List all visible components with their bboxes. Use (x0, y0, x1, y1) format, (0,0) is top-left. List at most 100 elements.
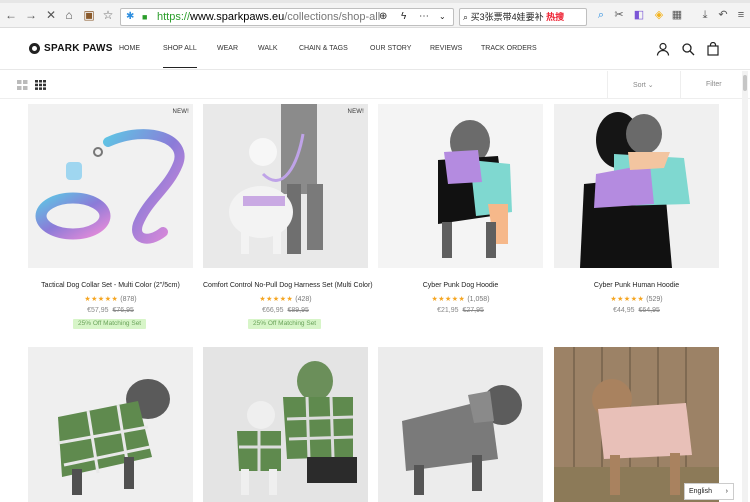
product-rating: ★★★★★ (428) (203, 295, 368, 303)
sale-price: €66,95 (262, 307, 284, 314)
star-rating-icon: ★★★★★ (84, 296, 119, 303)
briefcase-icon[interactable]: ▣ (82, 8, 96, 22)
chevron-right-icon: › (725, 488, 728, 495)
original-price: €76,95 (112, 307, 134, 314)
pink-dog-hoodie-image (554, 347, 719, 502)
divider (680, 71, 681, 99)
collar-leash-image (35, 129, 185, 244)
product-price: €57,95 €76,95 (28, 307, 193, 314)
review-count: (1,058) (467, 296, 490, 303)
back-icon[interactable]: ← (4, 8, 18, 22)
chevron-down-icon[interactable]: ⌄ (439, 9, 446, 25)
paw-icon (29, 43, 40, 54)
site-header: SPARK PAWS HOME SHOP ALL WEAR WALK CHAIN… (0, 29, 750, 70)
sort-dropdown[interactable]: Sort ⌄ (633, 81, 654, 89)
star-icon[interactable]: ☆ (101, 8, 115, 22)
original-price: €64,95 (638, 307, 660, 314)
product-image[interactable] (554, 347, 719, 502)
product-rating: ★★★★★ (878) (28, 295, 193, 303)
star-rating-icon: ★★★★★ (610, 296, 645, 303)
filter-button[interactable]: Filter (706, 81, 722, 88)
page-scrollbar[interactable] (742, 71, 748, 502)
search-input[interactable]: ⌕ 买3张票带4娃要补 热搜 (459, 8, 587, 26)
sale-price: €57,95 (87, 307, 109, 314)
forward-icon[interactable]: → (24, 8, 38, 22)
scissors-icon[interactable]: ✂ (612, 8, 626, 22)
extension-icon[interactable]: ◧ (632, 8, 646, 22)
star-rating-icon: ★★★★★ (431, 296, 466, 303)
product-image[interactable] (554, 104, 719, 268)
product-image[interactable] (28, 347, 193, 502)
search-icon[interactable] (681, 42, 695, 56)
lock-icon: ■ (142, 12, 148, 22)
search-engine-icon[interactable]: ⌕ (594, 8, 608, 22)
star-rating-icon: ★★★★★ (259, 296, 294, 303)
human-hoodie-image (580, 112, 690, 268)
original-price: €27,95 (462, 307, 484, 314)
product-title[interactable]: Tactical Dog Collar Set - Multi Color (2… (28, 282, 193, 289)
matching-plaid-image (237, 361, 357, 495)
cart-icon[interactable] (706, 42, 720, 56)
menu-icon[interactable]: ≡ (734, 8, 748, 22)
dog-harness-image (229, 104, 323, 254)
account-icon[interactable] (656, 42, 670, 56)
collection-toolbar: Sort ⌄ Filter (0, 71, 750, 99)
shield-icon: ✱ (126, 11, 135, 22)
zoom-icon[interactable]: ⊕ (379, 9, 387, 25)
product-title[interactable]: Comfort Control No-Pull Dog Harness Set … (203, 282, 373, 289)
tab-strip (0, 0, 750, 3)
review-count: (529) (646, 296, 663, 303)
nav-chain-tags[interactable]: CHAIN & TAGS (299, 45, 348, 52)
product-image[interactable]: NEW! (28, 104, 193, 268)
divider (607, 71, 608, 99)
search-text: 买3张票带4娃要补 (470, 12, 544, 22)
product-title[interactable]: Cyber Punk Dog Hoodie (378, 282, 543, 289)
nav-reviews[interactable]: REVIEWS (430, 45, 462, 52)
close-icon[interactable]: ✕ (44, 8, 58, 22)
product-image[interactable] (203, 347, 368, 502)
sale-price: €21,95 (437, 307, 459, 314)
product-image[interactable] (378, 104, 543, 268)
four-column-view-icon[interactable] (35, 80, 46, 90)
undo-icon[interactable]: ↶ (716, 8, 730, 22)
product-image[interactable]: NEW! (203, 104, 368, 268)
two-column-view-icon[interactable] (17, 80, 28, 90)
sale-price: €44,95 (613, 307, 635, 314)
url-text: https://www.sparkpaws.eu/collections/sho… (157, 11, 381, 23)
browser-toolbar: ← → ✕ ⌂ ▣ ☆ ✱ ■ https://www.sparkpaws.eu… (0, 0, 750, 28)
search-icon: ⌕ (463, 12, 469, 22)
nav-shop-all[interactable]: SHOP ALL (163, 45, 197, 68)
nav-our-story[interactable]: OUR STORY (370, 45, 411, 52)
download-icon[interactable]: ⤓ (698, 8, 712, 22)
product-rating: ★★★★★ (1,058) (378, 295, 543, 303)
address-bar[interactable]: ✱ ■ https://www.sparkpaws.eu/collections… (120, 8, 454, 26)
hot-search-label: 热搜 (546, 12, 565, 22)
home-icon[interactable]: ⌂ (62, 8, 76, 22)
product-price: €66,95 €89,95 (203, 307, 368, 314)
nav-track-orders[interactable]: TRACK ORDERS (481, 45, 537, 52)
product-rating: ★★★★★ (529) (554, 295, 719, 303)
new-badge: NEW! (347, 109, 364, 115)
dog-hoodie-image (438, 120, 512, 258)
nav-home[interactable]: HOME (119, 45, 140, 52)
promo-badge: 25% Off Matching Set (73, 319, 147, 329)
review-count: (428) (295, 296, 312, 303)
shield-ext-icon[interactable]: ◈ (652, 8, 666, 22)
logo-text: SPARK PAWS (44, 43, 113, 54)
nav-walk[interactable]: WALK (258, 45, 278, 52)
new-badge: NEW! (172, 109, 189, 115)
scrollbar-thumb[interactable] (743, 75, 747, 91)
product-image[interactable] (378, 347, 543, 502)
apps-icon[interactable]: ▦ (670, 8, 684, 22)
original-price: €89,95 (287, 307, 309, 314)
product-price: €21,95 €27,95 (378, 307, 543, 314)
product-title[interactable]: Cyber Punk Human Hoodie (554, 282, 719, 289)
promo-badge: 25% Off Matching Set (248, 319, 322, 329)
lightning-icon[interactable]: ϟ (401, 9, 406, 25)
more-icon[interactable]: ⋯ (419, 9, 429, 25)
language-selector[interactable]: English › (684, 483, 734, 500)
nav-wear[interactable]: WEAR (217, 45, 238, 52)
language-label: English (689, 488, 712, 495)
logo[interactable]: SPARK PAWS (29, 43, 113, 54)
product-price: €44,95 €64,95 (554, 307, 719, 314)
